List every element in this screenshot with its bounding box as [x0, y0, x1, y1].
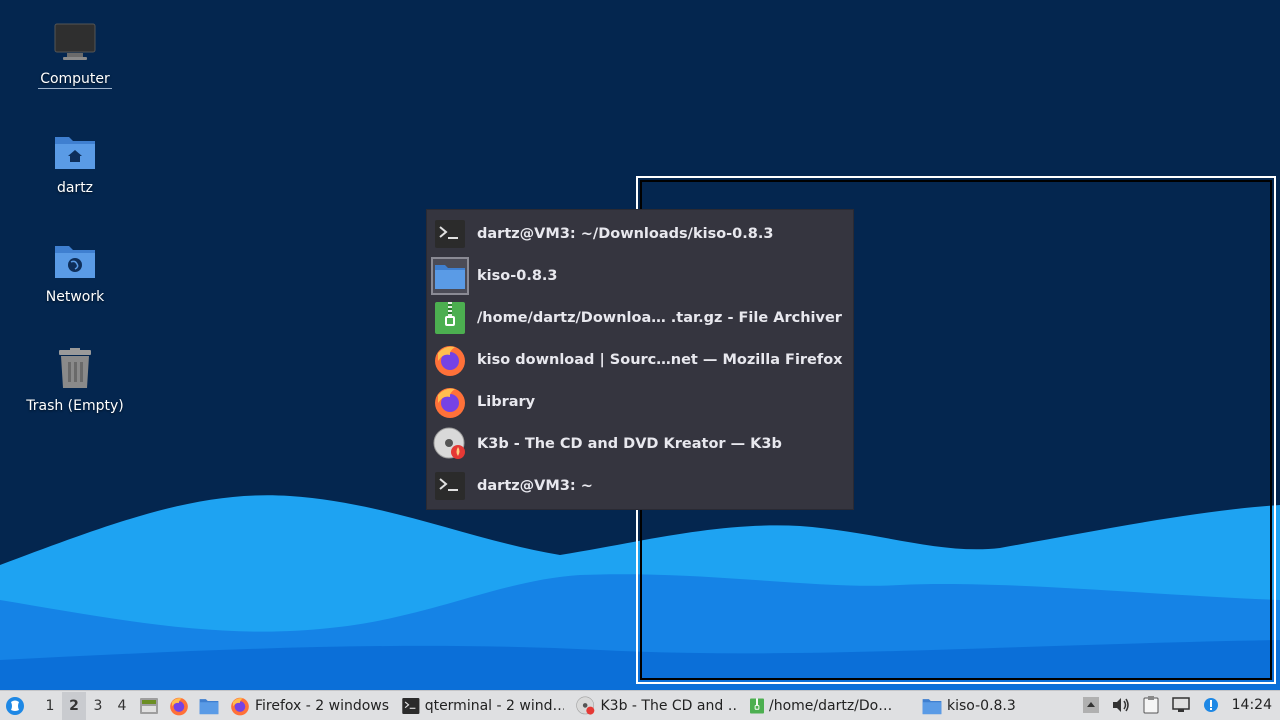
clipboard-button[interactable]	[1136, 691, 1166, 719]
network-button[interactable]	[1166, 691, 1196, 719]
desktop-icon-home[interactable]: dartz	[20, 127, 130, 217]
task-firefox[interactable]: Firefox - 2 windows	[224, 692, 396, 720]
desktop-switch-1[interactable]: 1	[38, 692, 62, 720]
desktop-switch-3[interactable]: 3	[86, 692, 110, 720]
k3b-icon	[431, 425, 469, 463]
network-folder-icon	[51, 236, 99, 284]
terminal-icon	[402, 697, 420, 714]
task-label: Firefox - 2 windows	[255, 697, 390, 714]
switcher-item[interactable]: dartz@VM3: ~/Downloads/kiso-0.8.3	[427, 213, 853, 255]
task-k3b[interactable]: K3b - The CD and …	[570, 692, 744, 720]
task-label: /home/dartz/Do…	[769, 697, 893, 714]
network-icon	[1171, 697, 1190, 712]
desktop-switch-2[interactable]: 2	[62, 691, 86, 720]
launch-firefox-button[interactable]	[164, 692, 194, 720]
desktop-icon-network[interactable]: Network	[20, 236, 130, 326]
task-file-manager[interactable]: kiso-0.8.3	[916, 692, 1036, 720]
task-qterminal[interactable]: qterminal - 2 wind…	[396, 692, 570, 720]
system-tray: 14:24	[1076, 691, 1280, 719]
firefox-icon	[431, 383, 469, 421]
home-folder-icon	[51, 127, 99, 175]
switcher-item-label: /home/dartz/Downloa… .tar.gz - File Arch…	[477, 310, 842, 326]
tray-expand-button[interactable]	[1076, 691, 1106, 719]
window-switcher: dartz@VM3: ~/Downloads/kiso-0.8.3 kiso-0…	[426, 209, 854, 510]
desktop-switch-4[interactable]: 4	[110, 692, 134, 720]
task-file-archiver[interactable]: /home/dartz/Do…	[744, 692, 916, 720]
taskbar: 1 2 3 4 Firefox - 2 windows qterminal - …	[0, 690, 1280, 720]
volume-button[interactable]	[1106, 691, 1136, 719]
terminal-icon	[431, 467, 469, 505]
trash-icon	[51, 345, 99, 393]
clock[interactable]: 14:24	[1226, 697, 1280, 713]
volume-icon	[1112, 698, 1129, 712]
archive-icon	[750, 698, 764, 713]
show-desktop-icon	[140, 697, 158, 714]
switcher-item-label: Library	[477, 394, 536, 410]
chevron-up-icon	[1082, 697, 1099, 713]
firefox-icon	[431, 341, 469, 379]
switcher-item[interactable]: Library	[427, 381, 853, 423]
start-menu-button[interactable]	[0, 692, 30, 720]
desktop-icon-label: Computer	[38, 71, 112, 89]
clipboard-icon	[1143, 696, 1159, 714]
firefox-icon	[170, 697, 188, 715]
launch-file-manager-button[interactable]	[194, 692, 224, 720]
terminal-icon	[431, 215, 469, 253]
desktop-icon-computer[interactable]: Computer	[20, 18, 130, 108]
switcher-item[interactable]: /home/dartz/Downloa… .tar.gz - File Arch…	[427, 297, 853, 339]
switcher-item-label: dartz@VM3: ~/Downloads/kiso-0.8.3	[477, 226, 774, 242]
desktop-icon-label: dartz	[56, 180, 94, 196]
k3b-icon	[576, 696, 595, 715]
desktop-icon-trash[interactable]: Trash (Empty)	[20, 345, 130, 435]
show-desktop-button[interactable]	[134, 692, 164, 720]
switcher-item-label: kiso download | Sourc…net — Mozilla Fire…	[477, 352, 843, 368]
start-menu-icon	[6, 696, 24, 715]
updates-button[interactable]	[1196, 691, 1226, 719]
task-label: kiso-0.8.3	[947, 697, 1016, 714]
task-label: qterminal - 2 wind…	[424, 697, 564, 714]
folder-icon	[431, 257, 469, 295]
switcher-item[interactable]: K3b - The CD and DVD Kreator — K3b	[427, 423, 853, 465]
switcher-item-label: K3b - The CD and DVD Kreator — K3b	[477, 436, 782, 452]
folder-icon	[199, 698, 219, 714]
computer-icon	[51, 18, 99, 66]
desktop-icon-label: Network	[45, 289, 105, 305]
archive-icon	[431, 299, 469, 337]
task-label: K3b - The CD and …	[600, 697, 738, 714]
notification-icon	[1203, 698, 1218, 712]
firefox-icon	[231, 697, 249, 715]
folder-icon	[922, 698, 942, 714]
desktop-icon-label: Trash (Empty)	[26, 398, 124, 414]
switcher-item-label: dartz@VM3: ~	[477, 478, 593, 494]
switcher-item[interactable]: kiso-0.8.3	[427, 255, 853, 297]
switcher-item[interactable]: kiso download | Sourc…net — Mozilla Fire…	[427, 339, 853, 381]
switcher-item-label: kiso-0.8.3	[477, 268, 558, 284]
switcher-item[interactable]: dartz@VM3: ~	[427, 465, 853, 507]
